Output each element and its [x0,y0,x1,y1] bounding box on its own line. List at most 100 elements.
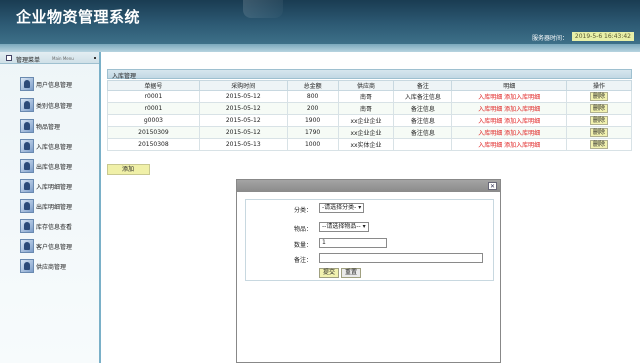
sidebar-item-label: 出库明细管理 [36,203,73,211]
quantity-row: 数量： 1 [246,238,493,249]
remark-label: 备注： [293,257,312,264]
cell-id: 20150309 [107,126,200,139]
table-row: g0003 2015-05-12 1900 xx企业企业 备注信息 入库明细 添… [107,114,632,127]
sidebar-item-users[interactable]: 用户信息管理 [20,77,72,91]
cell-action: 删除 [566,114,632,127]
delete-button[interactable]: 删除 [590,116,609,125]
category-icon [20,98,34,112]
inbound-detail-link[interactable]: 入库明细 [478,142,502,149]
cell-remark: 备注信息 [393,102,453,115]
sidebar-item-stock[interactable]: 库存信息查看 [20,219,72,233]
sidebar-title: 管理菜单 [16,57,41,64]
cell-remark: 入库备注信息 [393,90,453,103]
cell-amount: 1790 [286,126,339,139]
add-inbound-detail-link[interactable]: 添加入库明细 [504,94,540,101]
cell-date: 2015-05-13 [198,138,288,151]
cell-action: 删除 [566,90,632,103]
cell-remark: 备注信息 [393,126,453,139]
sidebar-header: 管理菜单 Main Menu [0,52,99,64]
cell-detail: 入库明细 添加入库明细 [451,102,568,115]
inbound-detail-link[interactable]: 入库明细 [478,106,502,113]
sidebar-item-label: 出库信息管理 [36,163,73,171]
chevron-down-icon: ▾ [362,223,366,230]
table-header-row: 单据号 采购时间 总金额 供应商 备注 明细 操作 [107,80,632,91]
delete-button[interactable]: 删除 [590,104,609,113]
cell-action: 删除 [566,102,632,115]
column-header: 备注 [393,80,453,91]
cell-supplier: xx实体企业 [337,138,395,151]
cell-id: g0003 [107,114,200,127]
cell-amount: 800 [286,90,339,103]
sidebar-item-outbound[interactable]: 出库信息管理 [20,159,72,173]
server-time-label: 服务器时间： [531,35,568,42]
inbound-detail-link[interactable]: 入库明细 [478,130,502,137]
sidebar-item-label: 供应商管理 [36,263,67,271]
inbound-icon [20,139,34,153]
delete-button[interactable]: 删除 [590,128,609,137]
inbound-detail-icon [20,179,34,193]
outbound-detail-icon [20,199,34,213]
add-inbound-detail-link[interactable]: 添加入库明细 [504,118,540,125]
cell-id: 20150308 [107,138,200,151]
cell-supplier: xx企业企业 [337,114,395,127]
cell-detail: 入库明细 添加入库明细 [451,138,568,151]
sidebar-item-customers[interactable]: 客户信息管理 [20,239,72,253]
cell-date: 2015-05-12 [198,102,288,115]
add-inbound-detail-link[interactable]: 添加入库明细 [504,130,540,137]
cell-supplier: 南哥 [337,90,395,103]
remark-row: 备注： [246,253,493,264]
add-button[interactable]: 添加 [107,164,150,175]
chevron-down-icon: ▾ [358,204,362,211]
add-inbound-detail-link[interactable]: 添加入库明细 [504,106,540,113]
reset-button[interactable]: 重置 [340,268,361,278]
section-header: 入库管理 [107,69,632,80]
cell-remark: 备注信息 [393,114,453,127]
app-title: 企业物资管理系统 [16,8,141,26]
cell-detail: 入库明细 添加入库明细 [451,90,568,103]
category-row: 分类： -请选择分类- ▾ [246,203,493,214]
cell-amount: 200 [286,102,339,115]
header-status-bar: 服务器时间： 2019-5-6 16:43:42 [0,30,640,44]
sidebar-item-label: 入库信息管理 [36,143,73,151]
column-header: 采购时间 [198,80,288,91]
category-select-value: -请选择分类- [322,204,357,211]
close-icon[interactable]: ✕ [488,182,497,190]
category-select[interactable]: -请选择分类- ▾ [319,203,365,213]
submit-button[interactable]: 提交 [319,268,340,278]
cell-supplier: 南哥 [337,102,395,115]
supplier-icon [20,259,34,273]
sidebar-item-inbound-detail[interactable]: 入库明细管理 [20,179,72,193]
sidebar-item-goods[interactable]: 物品管理 [20,119,60,133]
user-icon [20,77,34,91]
sidebar-item-categories[interactable]: 类别信息管理 [20,98,72,112]
sidebar-item-suppliers[interactable]: 供应商管理 [20,259,66,273]
table-row: 20150309 2015-05-12 1790 xx企业企业 备注信息 入库明… [107,126,632,139]
item-select[interactable]: --请选择物品-- ▾ [319,222,369,232]
cell-id: r0001 [107,90,200,103]
outbound-icon [20,159,34,173]
table-row: r0001 2015-05-12 200 南哥 备注信息 入库明细 添加入库明细… [107,102,632,115]
item-label: 物品： [293,226,312,233]
header-decoration [243,0,283,18]
delete-button[interactable]: 删除 [590,92,609,101]
stock-icon [20,219,34,233]
add-inbound-detail-link[interactable]: 添加入库明细 [504,142,540,149]
quantity-input[interactable]: 1 [319,238,387,248]
sidebar-item-label: 客户信息管理 [36,243,73,251]
inbound-detail-link[interactable]: 入库明细 [478,118,502,125]
goods-icon [20,119,34,133]
sidebar-item-outbound-detail[interactable]: 出库明细管理 [20,199,72,213]
inbound-detail-link[interactable]: 入库明细 [478,94,502,101]
item-select-value: --请选择物品-- [322,223,361,230]
cell-action: 删除 [566,138,632,151]
sidebar-item-inbound[interactable]: 入库信息管理 [20,139,72,153]
detail-form: 分类： -请选择分类- ▾ 物品： --请选择物品-- ▾ 数量： 1 备注： … [245,199,494,281]
sidebar-subtitle: Main Menu [52,56,74,61]
cell-date: 2015-05-12 [198,126,288,139]
remark-input[interactable] [319,253,483,263]
cell-detail: 入库明细 添加入库明细 [451,114,568,127]
cell-date: 2015-05-12 [198,114,288,127]
sidebar-dot [94,57,96,59]
sidebar-item-label: 物品管理 [36,123,61,131]
delete-button[interactable]: 删除 [590,140,609,149]
